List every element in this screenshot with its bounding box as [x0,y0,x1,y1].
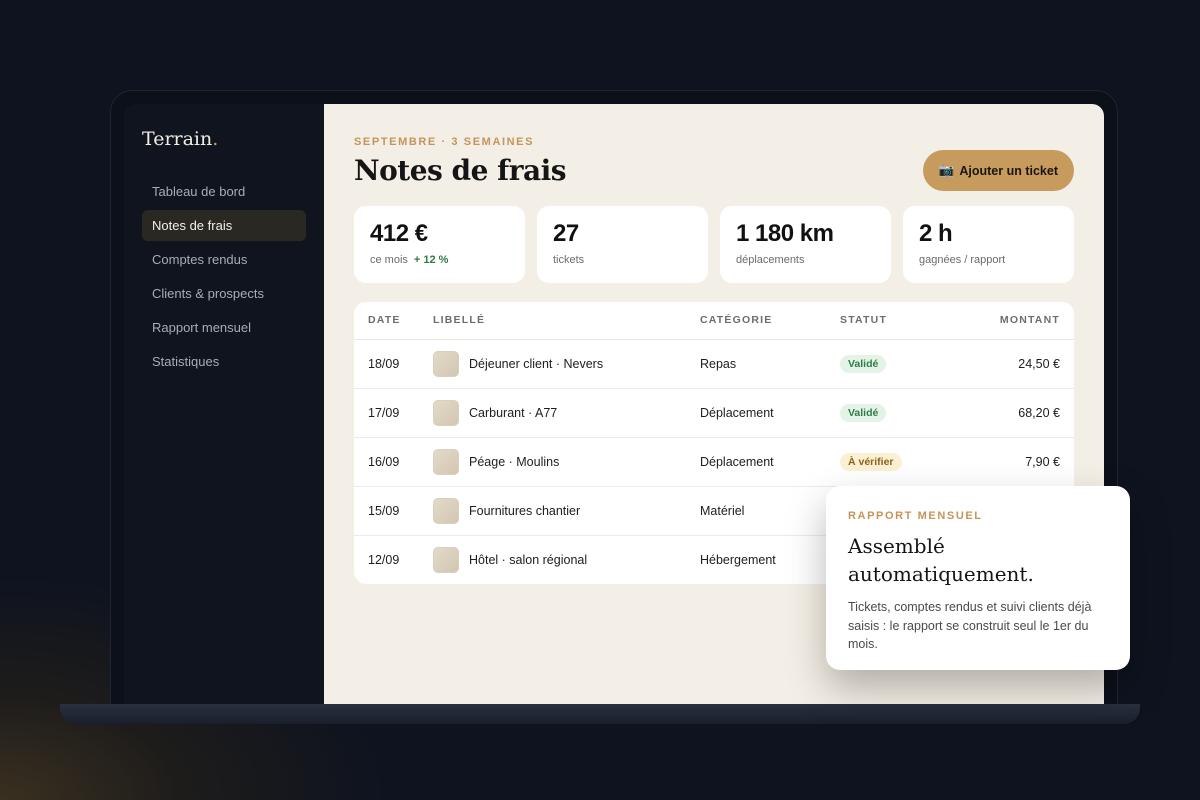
cell-category: Repas [700,339,840,389]
cell-label: Fournitures chantier [433,486,700,536]
sidebar-item-notes-de-frais[interactable]: Notes de frais [142,210,306,241]
receipt-thumbnail[interactable] [433,546,459,573]
cell-date: 15/09 [354,486,433,536]
kpi-label: tickets [553,254,585,266]
table-row[interactable]: 17/09 Carburant · A77 Déplacement Validé… [354,388,1074,438]
cell-status: Validé [840,388,936,438]
cell-label: Hôtel · salon régional [433,535,700,584]
laptop-base [60,704,1140,724]
receipt-thumbnail[interactable] [433,399,459,426]
sidebar-item-rapport-mensuel[interactable]: Rapport mensuel [142,312,306,343]
cell-amount: 7,90 € [936,437,1074,487]
popover-text: Tickets, comptes rendus et suivi clients… [848,600,1092,651]
cell-label: Péage · Moulins [433,437,700,487]
popover-title: Assemblé automatiquement. [848,532,1108,588]
receipt-thumbnail[interactable] [433,448,459,475]
table-row[interactable]: 16/09 Péage · Moulins Déplacement À véri… [354,437,1074,487]
sidebar-item-clients-prospects[interactable]: Clients & prospects [142,278,306,309]
cell-category: Déplacement [700,437,840,487]
add-ticket-label: Ajouter un ticket [959,163,1058,178]
kpi-card-tickets: 27 tickets [537,206,708,283]
table-header-row: DATE LIBELLÉ CATÉGORIE STATUT MONTANT [354,302,1074,340]
monthly-report-popover: RAPPORT MENSUEL Assemblé automatiquement… [826,486,1130,670]
cell-status: À vérifier [840,437,936,487]
kpi-value: 412 € [370,220,428,247]
column-header-category[interactable]: CATÉGORIE [700,302,840,340]
popover-title-line-1: Assemblé [848,534,945,558]
status-badge: Validé [840,354,887,373]
popover-eyebrow: RAPPORT MENSUEL [848,510,983,522]
cell-amount: 24,50 € [936,339,1074,389]
expense-label: Carburant · A77 [469,405,558,420]
kpi-label: déplacements [736,254,805,266]
status-badge: À vérifier [840,452,902,471]
receipt-thumbnail[interactable] [433,350,459,377]
kpi-value: 2 h [919,220,953,247]
column-header-date[interactable]: DATE [354,302,433,340]
column-header-status[interactable]: STATUT [840,302,936,340]
brand-logo: Terrain. [142,128,219,150]
add-ticket-button[interactable]: 📷 Ajouter un ticket [922,150,1074,191]
sidebar: Terrain. Tableau de bord Notes de frais … [124,104,324,704]
cell-category: Matériel [700,486,840,536]
cell-date: 12/09 [368,552,400,567]
cell-status: Validé [840,339,936,389]
table-row[interactable]: 18/09 Déjeuner client · Nevers Repas Val… [354,339,1074,389]
camera-icon: 📷 [938,163,955,177]
cell-category: Hébergement [700,552,776,567]
cell-label: Carburant · A77 [433,388,700,438]
expense-label: Déjeuner client · Nevers [469,356,604,371]
cell-date: 16/09 [354,437,433,487]
kpi-card-distance: 1 180 km déplacements [720,206,891,283]
cell-label: Déjeuner client · Nevers [433,339,700,389]
expense-label: Hôtel · salon régional [469,552,588,567]
sidebar-item-comptes-rendus[interactable]: Comptes rendus [142,244,306,275]
expense-label: Fournitures chantier [469,503,581,518]
popover-title-line-2: automatiquement. [848,562,1034,586]
sidebar-item-tableau-de-bord[interactable]: Tableau de bord [142,176,306,207]
receipt-thumbnail[interactable] [433,497,459,524]
cell-date: 18/09 [354,339,433,389]
column-header-label[interactable]: LIBELLÉ [433,302,700,340]
status-badge: Validé [840,403,887,422]
cell-date: 17/09 [354,388,433,438]
expense-label: Péage · Moulins [469,454,560,469]
kpi-delta: + 12 % [413,254,449,266]
kpi-label: gagnées / rapport [919,254,1006,266]
kpi-label: ce mois + 12 % [370,254,449,266]
column-header-amount[interactable]: MONTANT [936,302,1074,340]
sidebar-nav: Tableau de bord Notes de frais Comptes r… [142,176,306,377]
period-eyebrow: SEPTEMBRE · 3 SEMAINES [354,136,535,148]
kpi-value: 27 [553,220,579,247]
sidebar-item-statistiques[interactable]: Statistiques [142,346,306,377]
kpi-value: 1 180 km [736,220,834,247]
cell-category: Déplacement [700,388,840,438]
kpi-row: 412 € ce mois + 12 % 27 tickets 1 180 km … [354,206,1074,283]
cell-amount: 68,20 € [936,388,1074,438]
kpi-card-amount: 412 € ce mois + 12 % [354,206,525,283]
kpi-card-time-saved: 2 h gagnées / rapport [903,206,1074,283]
